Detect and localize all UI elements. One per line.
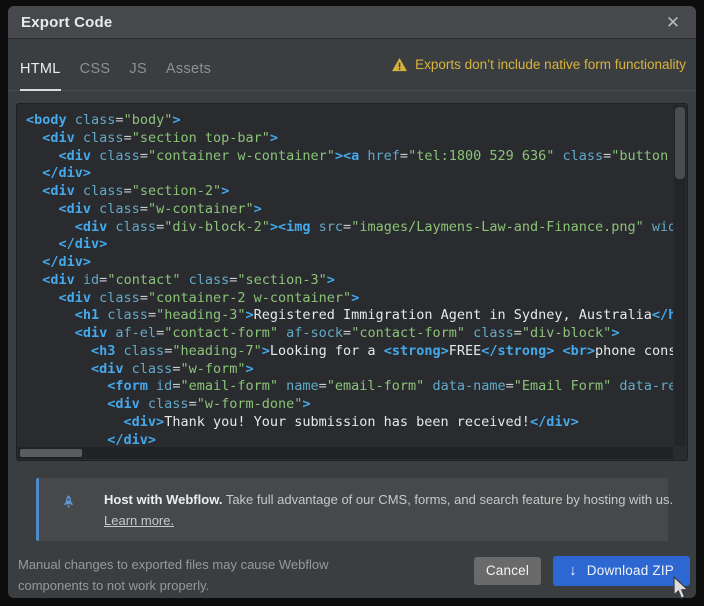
code-content: <body class="body"> <div class="section …: [17, 104, 673, 446]
tab-assets[interactable]: Assets: [166, 61, 211, 91]
download-zip-button[interactable]: ↓ Download ZIP: [553, 556, 690, 586]
horizontal-scrollbar-thumb[interactable]: [20, 449, 82, 457]
code-line: <h1 class="heading-3">Registered Immigra…: [26, 307, 673, 325]
banner-description: Take full advantage of our CMS, forms, a…: [222, 492, 673, 507]
footer-buttons: Cancel ↓ Download ZIP: [474, 555, 690, 586]
form-warning: Exports don’t include native form functi…: [392, 57, 686, 72]
code-line: </div>: [26, 236, 673, 254]
footer-note: Manual changes to exported files may cau…: [18, 554, 328, 596]
code-line: <div class="section-2">: [26, 183, 673, 201]
code-line: <div class="w-form">: [26, 361, 673, 379]
code-line: </div>: [26, 432, 673, 447]
cancel-button[interactable]: Cancel: [474, 557, 541, 585]
horizontal-scrollbar[interactable]: [18, 447, 673, 459]
hosting-banner: Host with Webflow. Take full advantage o…: [36, 478, 668, 541]
code-line: </div>: [26, 254, 673, 272]
footer-note-line1: Manual changes to exported files may cau…: [18, 554, 328, 575]
vertical-scrollbar-thumb[interactable]: [675, 107, 685, 179]
code-line: <form id="email-form" name="email-form" …: [26, 378, 673, 396]
learn-more-link[interactable]: Learn more.: [104, 513, 174, 528]
hosting-banner-text: Host with Webflow. Take full advantage o…: [104, 489, 673, 531]
tabbar-divider: [8, 90, 696, 91]
code-line: <div class="w-container">: [26, 201, 673, 219]
code-line: <h3 class="heading-7">Looking for a <str…: [26, 343, 673, 361]
dialog-titlebar: Export Code ✕: [8, 6, 696, 39]
code-editor[interactable]: <body class="body"> <div class="section …: [16, 103, 688, 461]
code-line: <div class="div-block-2"><img src="image…: [26, 219, 673, 237]
footer-note-line2: components to not work properly.: [18, 575, 328, 596]
download-zip-label: Download ZIP: [587, 563, 674, 578]
code-line: <div class="w-form-done">: [26, 396, 673, 414]
warning-text: Exports don’t include native form functi…: [415, 57, 686, 72]
code-line: </div>: [26, 165, 673, 183]
code-line: <div class="container-2 w-container">: [26, 290, 673, 308]
banner-title: Host with Webflow.: [104, 492, 222, 507]
export-code-dialog: Export Code ✕ HTML CSS JS Assets Exports…: [8, 6, 696, 598]
tab-bar: HTML CSS JS Assets Exports don’t include…: [8, 39, 696, 91]
tab-html[interactable]: HTML: [20, 61, 61, 91]
tab-css[interactable]: CSS: [80, 61, 111, 91]
code-line: <div class="section top-bar">: [26, 130, 673, 148]
dialog-title: Export Code: [21, 14, 112, 31]
download-icon: ↓: [569, 563, 577, 578]
code-line: <div af-el="contact-form" af-sock="conta…: [26, 325, 673, 343]
code-line: <div id="contact" class="section-3">: [26, 272, 673, 290]
vertical-scrollbar[interactable]: [674, 105, 686, 446]
warning-icon: [392, 58, 407, 72]
tab-js[interactable]: JS: [129, 61, 147, 91]
close-icon[interactable]: ✕: [662, 12, 684, 34]
rocket-icon: [60, 494, 77, 511]
code-line: <body class="body">: [26, 112, 673, 130]
code-line: <div>Thank you! Your submission has been…: [26, 414, 673, 432]
code-line: <div class="container w-container"><a hr…: [26, 148, 673, 166]
